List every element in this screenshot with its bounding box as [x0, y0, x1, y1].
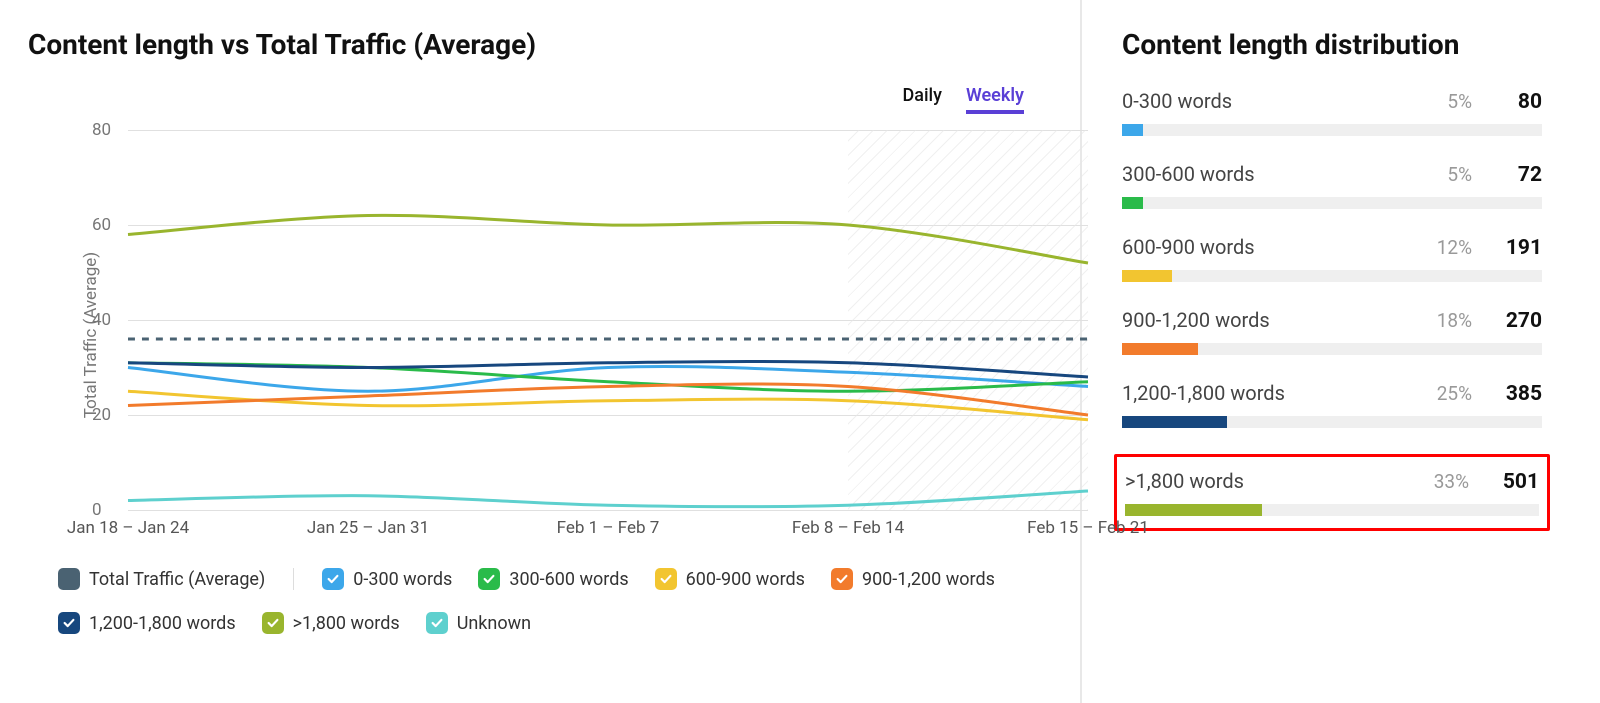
legend-divider	[293, 568, 294, 590]
legend-item-r3[interactable]: 900-1,200 words	[831, 568, 995, 590]
x-tick: Feb 1 – Feb 7	[557, 518, 660, 538]
y-tick: 40	[92, 310, 111, 330]
period-tabs: Daily Weekly	[28, 85, 1052, 114]
legend-item-total[interactable]: Total Traffic (Average)	[58, 568, 265, 590]
checkbox-icon	[655, 568, 677, 590]
distribution-count: 270	[1498, 309, 1542, 333]
x-tick: Jan 18 – Jan 24	[67, 518, 189, 538]
legend-label: 1,200-1,800 words	[89, 613, 236, 634]
distribution-label: 0-300 words	[1122, 89, 1447, 113]
distribution-item[interactable]: 900-1,200 words18% 270	[1122, 308, 1542, 355]
distribution-percent: 5%	[1447, 163, 1472, 186]
chart-title: Content length vs Total Traffic (Average…	[28, 28, 1052, 61]
distribution-percent: 12%	[1437, 236, 1472, 259]
distribution-count: 72	[1498, 163, 1542, 187]
y-tick: 60	[92, 215, 111, 235]
legend-item-r4[interactable]: 1,200-1,800 words	[58, 612, 236, 634]
distribution-item[interactable]: 0-300 words5% 80	[1122, 89, 1542, 136]
legend-label: 300-600 words	[509, 569, 628, 590]
distribution-bar	[1122, 270, 1542, 282]
legend-label: >1,800 words	[293, 613, 400, 634]
legend-item-r1[interactable]: 300-600 words	[478, 568, 628, 590]
distribution-title: Content length distribution	[1122, 28, 1542, 61]
gridline	[128, 510, 1088, 511]
distribution-bar	[1122, 124, 1542, 136]
color-swatch	[58, 568, 80, 590]
distribution-count: 191	[1498, 236, 1542, 260]
distribution-label: 300-600 words	[1122, 162, 1447, 186]
distribution-percent: 33%	[1434, 470, 1469, 493]
series-unknown	[128, 491, 1088, 507]
x-tick: Jan 25 – Jan 31	[307, 518, 429, 538]
distribution-count: 80	[1498, 90, 1542, 114]
distribution-label: 900-1,200 words	[1122, 308, 1437, 332]
distribution-label: 600-900 words	[1122, 235, 1437, 259]
x-tick: Feb 8 – Feb 14	[792, 518, 904, 538]
series-r5	[128, 215, 1088, 263]
distribution-list: 0-300 words5%80300-600 words5%72600-900 …	[1122, 89, 1542, 531]
tab-daily[interactable]: Daily	[903, 85, 942, 114]
distribution-item[interactable]: 300-600 words5% 72	[1122, 162, 1542, 209]
legend-label: 900-1,200 words	[862, 569, 995, 590]
distribution-label: 1,200-1,800 words	[1122, 381, 1437, 405]
distribution-bar-fill	[1122, 270, 1172, 282]
y-tick: 0	[92, 500, 102, 520]
distribution-bar-fill	[1125, 504, 1262, 516]
distribution-count: 385	[1498, 382, 1542, 406]
legend-label: Total Traffic (Average)	[89, 569, 265, 590]
chart-lines	[128, 130, 1088, 510]
distribution-item[interactable]: 1,200-1,800 words25% 385	[1122, 381, 1542, 428]
distribution-bar	[1125, 504, 1539, 516]
line-chart: Total Traffic (Average) 020406080Jan 18 …	[28, 130, 1052, 540]
distribution-percent: 25%	[1437, 382, 1472, 405]
legend-item-unknown[interactable]: Unknown	[426, 612, 531, 634]
legend-label: Unknown	[457, 613, 531, 634]
checkbox-icon	[426, 612, 448, 634]
checkbox-icon	[478, 568, 500, 590]
checkbox-icon	[831, 568, 853, 590]
distribution-bar-fill	[1122, 124, 1143, 136]
legend-item-r0[interactable]: 0-300 words	[322, 568, 452, 590]
distribution-bar-fill	[1122, 343, 1198, 355]
y-tick: 20	[92, 405, 111, 425]
legend-item-r5[interactable]: >1,800 words	[262, 612, 400, 634]
distribution-bar	[1122, 416, 1542, 428]
distribution-label: >1,800 words	[1125, 469, 1434, 493]
distribution-percent: 18%	[1437, 309, 1472, 332]
checkbox-icon	[262, 612, 284, 634]
checkbox-icon	[58, 612, 80, 634]
distribution-count: 501	[1495, 470, 1539, 494]
legend: Total Traffic (Average) 0-300 words 300-60…	[58, 568, 1052, 634]
distribution-bar	[1122, 197, 1542, 209]
tab-weekly[interactable]: Weekly	[966, 85, 1024, 114]
distribution-item[interactable]: 600-900 words12% 191	[1122, 235, 1542, 282]
checkbox-icon	[322, 568, 344, 590]
distribution-item[interactable]: >1,800 words33% 501	[1114, 454, 1550, 531]
y-tick: 80	[92, 120, 111, 140]
distribution-percent: 5%	[1447, 90, 1472, 113]
legend-label: 600-900 words	[686, 569, 805, 590]
x-tick: Feb 15 – Feb 21	[1027, 518, 1149, 538]
legend-label: 0-300 words	[353, 569, 452, 590]
legend-item-r2[interactable]: 600-900 words	[655, 568, 805, 590]
distribution-bar-fill	[1122, 416, 1227, 428]
distribution-bar-fill	[1122, 197, 1143, 209]
distribution-bar	[1122, 343, 1542, 355]
